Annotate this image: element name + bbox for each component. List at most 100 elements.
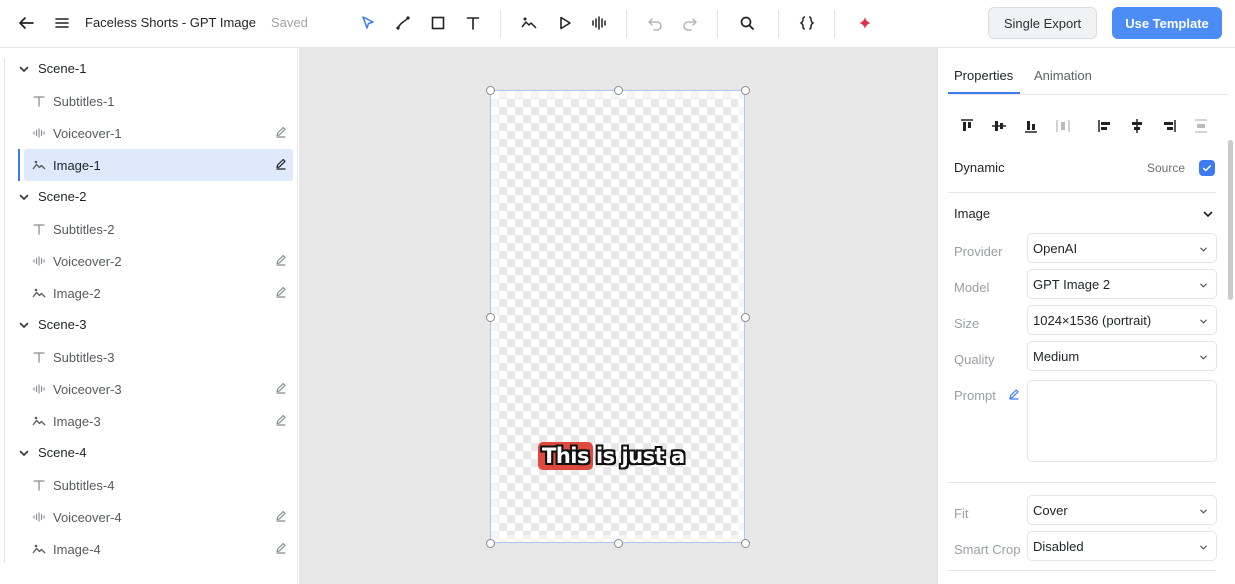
resize-handle-bottom-left[interactable] xyxy=(486,539,495,548)
provider-value: OpenAI xyxy=(1033,241,1078,256)
use-template-button[interactable]: Use Template xyxy=(1112,7,1222,39)
text-layer-icon xyxy=(33,224,45,235)
layer-label: Image-3 xyxy=(53,414,101,429)
tab-animation[interactable]: Animation xyxy=(1034,68,1092,83)
subtitle-caption[interactable]: This is just a xyxy=(538,438,685,474)
select-cursor-icon[interactable] xyxy=(356,11,380,35)
layer-item[interactable]: Subtitles-1 xyxy=(0,85,297,117)
layer-item[interactable]: Subtitles-2 xyxy=(0,213,297,245)
caption-highlighted-word: This xyxy=(538,442,593,470)
align-top-icon[interactable] xyxy=(959,118,975,134)
undo-icon[interactable] xyxy=(643,11,667,35)
distribute-horizontal-icon[interactable] xyxy=(1055,118,1071,134)
align-left-icon[interactable] xyxy=(1097,118,1113,134)
scene-row[interactable]: Scene-3 xyxy=(0,309,297,341)
align-right-icon[interactable] xyxy=(1161,118,1177,134)
size-value: 1024×1536 (portrait) xyxy=(1033,313,1152,328)
code-braces-icon[interactable] xyxy=(795,11,819,35)
caption-text: is just a xyxy=(595,444,685,468)
pencil-icon[interactable] xyxy=(275,286,287,298)
toolbar: Faceless Shorts - GPT Image Saved Single… xyxy=(0,0,1235,48)
scene-row[interactable]: Scene-4 xyxy=(0,437,297,469)
text-layer-icon xyxy=(33,352,45,363)
align-bottom-icon[interactable] xyxy=(1023,118,1039,134)
smart-crop-select[interactable]: Disabled xyxy=(1027,531,1217,561)
pencil-icon[interactable] xyxy=(275,382,287,394)
layer-item[interactable]: Subtitles-3 xyxy=(0,341,297,373)
back-arrow-icon[interactable] xyxy=(14,11,38,35)
resize-handle-bottom-right[interactable] xyxy=(741,539,750,548)
image-layer-icon xyxy=(32,288,46,298)
play-icon[interactable] xyxy=(553,11,577,35)
chevron-down-icon[interactable] xyxy=(18,63,30,75)
model-value: GPT Image 2 xyxy=(1033,277,1111,292)
layer-item[interactable]: Subtitles-4 xyxy=(0,469,297,501)
layer-item[interactable]: Image-1 xyxy=(0,149,297,181)
search-icon[interactable] xyxy=(735,11,759,35)
menu-icon[interactable] xyxy=(50,11,74,35)
scene-row[interactable]: Scene-2 xyxy=(0,181,297,213)
quality-select[interactable]: Medium xyxy=(1027,341,1217,371)
chevron-down-icon[interactable] xyxy=(18,447,30,459)
audio-wave-icon[interactable] xyxy=(587,11,611,35)
layers-sidebar: Scene-1 Subtitles-1 Voiceover-1 Image-1 Scen… xyxy=(0,48,298,584)
resize-handle-top-right[interactable] xyxy=(741,86,750,95)
toolbar-divider xyxy=(500,10,501,38)
image-section-title[interactable]: Image xyxy=(954,206,990,221)
resize-handle-top-left[interactable] xyxy=(486,86,495,95)
image-tool-icon[interactable] xyxy=(517,11,541,35)
resize-handle-bottom[interactable] xyxy=(614,539,623,548)
tabs-divider xyxy=(948,94,1228,95)
provider-select[interactable]: OpenAI xyxy=(1027,233,1217,263)
rectangle-tool-icon[interactable] xyxy=(426,11,450,35)
resize-handle-left[interactable] xyxy=(486,313,495,322)
chevron-down-icon[interactable] xyxy=(18,319,30,331)
pencil-icon[interactable] xyxy=(275,414,287,426)
layer-item[interactable]: Image-4 xyxy=(0,533,297,565)
sparkle-icon[interactable] xyxy=(853,11,877,35)
chevron-down-icon xyxy=(1200,283,1207,288)
audio-layer-icon xyxy=(33,384,45,394)
fit-select[interactable]: Cover xyxy=(1027,495,1217,525)
chevron-down-icon[interactable] xyxy=(1202,208,1214,220)
tab-properties[interactable]: Properties xyxy=(954,68,1013,83)
chevron-down-icon[interactable] xyxy=(18,191,30,203)
layer-item[interactable]: Voiceover-2 xyxy=(0,245,297,277)
source-checkbox[interactable] xyxy=(1199,160,1215,176)
line-tool-icon[interactable] xyxy=(391,11,415,35)
pencil-icon[interactable] xyxy=(1008,388,1020,400)
text-tool-icon[interactable] xyxy=(461,11,485,35)
smart-crop-value: Disabled xyxy=(1033,539,1084,554)
align-center-icon[interactable] xyxy=(1129,118,1145,134)
resize-handle-right[interactable] xyxy=(741,313,750,322)
project-title[interactable]: Faceless Shorts - GPT Image xyxy=(85,15,256,30)
chevron-down-icon xyxy=(1200,247,1207,252)
fit-label: Fit xyxy=(954,506,969,521)
pencil-icon[interactable] xyxy=(275,510,287,522)
layer-item[interactable]: Voiceover-1 xyxy=(0,117,297,149)
layer-item[interactable]: Image-3 xyxy=(0,405,297,437)
pencil-icon[interactable] xyxy=(275,542,287,554)
layer-item[interactable]: Image-2 xyxy=(0,277,297,309)
video-frame[interactable] xyxy=(490,90,745,543)
distribute-vertical-icon[interactable] xyxy=(1193,118,1209,134)
scene-row[interactable]: Scene-1 xyxy=(0,53,297,85)
layer-label: Voiceover-4 xyxy=(53,510,122,525)
size-select[interactable]: 1024×1536 (portrait) xyxy=(1027,305,1217,335)
audio-layer-icon xyxy=(33,256,45,266)
layer-item[interactable]: Voiceover-3 xyxy=(0,373,297,405)
provider-label: Provider xyxy=(954,244,1003,259)
resize-handle-top[interactable] xyxy=(614,86,623,95)
redo-icon[interactable] xyxy=(678,11,702,35)
layer-item[interactable]: Voiceover-4 xyxy=(0,501,297,533)
pencil-icon[interactable] xyxy=(275,254,287,266)
single-export-button[interactable]: Single Export xyxy=(988,7,1097,39)
model-select[interactable]: GPT Image 2 xyxy=(1027,269,1217,299)
pencil-icon[interactable] xyxy=(275,126,287,138)
section-divider xyxy=(948,570,1216,571)
prompt-textarea[interactable] xyxy=(1027,380,1217,462)
layer-label: Subtitles-1 xyxy=(53,94,115,109)
panel-scrollbar[interactable] xyxy=(1228,140,1233,300)
align-middle-icon[interactable] xyxy=(991,118,1007,134)
pencil-icon[interactable] xyxy=(275,158,287,170)
